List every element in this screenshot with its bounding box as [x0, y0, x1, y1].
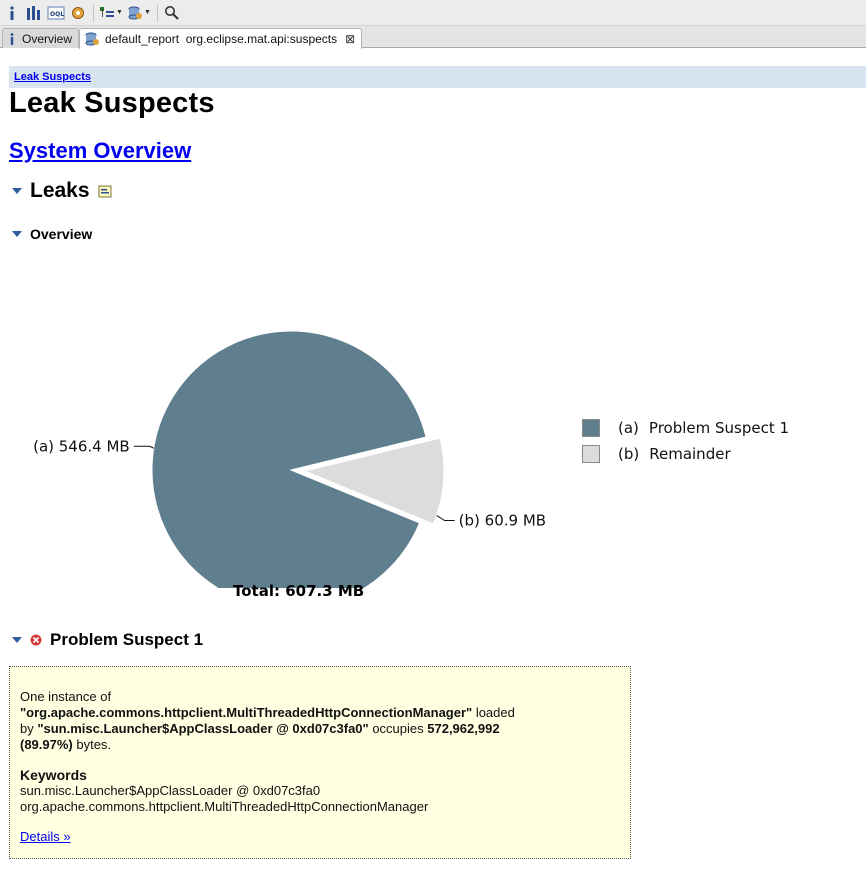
suspect-class-name: "org.apache.commons.httpclient.MultiThre…	[20, 705, 473, 720]
description-text: bytes.	[72, 737, 112, 752]
info-icon[interactable]	[3, 3, 21, 23]
toolbar: OQL ▼ ▼	[0, 0, 866, 26]
slice-label: (b) 60.9 MB	[459, 512, 546, 530]
close-icon[interactable]: ⊠	[345, 32, 355, 46]
slice-leader-line	[133, 445, 154, 449]
legend-swatch	[582, 419, 600, 437]
legend-item: (a) Problem Suspect 1	[582, 415, 789, 441]
gear-icon[interactable]	[69, 3, 87, 23]
info-icon	[7, 32, 17, 46]
suspect-description-box: One instance of "org.apache.commons.http…	[9, 666, 631, 859]
system-overview-link[interactable]: System Overview	[9, 138, 191, 164]
dominator-tree-icon[interactable]: ▼	[99, 3, 123, 23]
breadcrumb-link[interactable]: Leak Suspects	[14, 71, 91, 83]
tab-default-report[interactable]: default_report org.eclipse.mat.api:suspe…	[79, 28, 363, 49]
description-text: by	[20, 721, 38, 736]
leak-pie-chart: (a) 546.4 MB (b) 60.9 MB	[33, 330, 546, 588]
oql-icon[interactable]: OQL	[47, 3, 65, 23]
description-text: occupies	[368, 721, 428, 736]
overview-section-header[interactable]: Overview	[12, 226, 92, 242]
search-icon[interactable]	[163, 3, 181, 23]
leaks-heading: Leaks	[30, 179, 90, 202]
slice-label: (a) 546.4 MB	[33, 437, 130, 455]
legend-label: Problem Suspect 1	[648, 419, 790, 437]
toolbar-separator	[156, 3, 158, 22]
chevron-down-icon[interactable]: ▼	[144, 9, 151, 16]
legend-key: (b)	[618, 445, 640, 463]
description-text: One instance of	[20, 689, 112, 704]
description-text: loaded	[472, 705, 515, 720]
slice-leader-line	[436, 515, 455, 522]
leaks-section-header[interactable]: Leaks	[12, 179, 112, 203]
suspect-bytes: 572,962,992	[427, 721, 500, 736]
histogram-icon[interactable]	[25, 3, 43, 23]
chevron-down-icon[interactable]: ▼	[116, 9, 123, 16]
svg-text:OQL: OQL	[50, 11, 64, 18]
keyword-item: sun.misc.Launcher$AppClassLoader @ 0xd07…	[20, 783, 321, 798]
legend-swatch	[582, 445, 600, 463]
toolbar-separator	[93, 3, 94, 22]
open-in-editor-icon[interactable]	[98, 184, 112, 198]
legend-label: Remainder	[649, 445, 731, 463]
collapse-triangle-icon[interactable]	[12, 637, 22, 643]
heap-dump-icon	[84, 31, 100, 47]
problem-suspect-header[interactable]: Problem Suspect 1	[12, 630, 203, 650]
overview-heading: Overview	[30, 226, 93, 242]
keyword-item: org.apache.commons.httpclient.MultiThrea…	[20, 799, 429, 814]
breadcrumb: Leak Suspects	[9, 66, 866, 88]
details-link[interactable]: Details »	[20, 829, 71, 845]
suspect-loader: "sun.misc.Launcher$AppClassLoader @ 0xd0…	[37, 721, 369, 736]
chart-total: Total: 607.3 MB	[233, 582, 365, 600]
tab-overview[interactable]: Overview	[2, 28, 80, 48]
problem-heading: Problem Suspect 1	[50, 630, 204, 649]
suspect-percent: (89.97%)	[20, 737, 73, 752]
chart-legend: (a) Problem Suspect 1 (b) Remainder	[582, 415, 789, 467]
collapse-triangle-icon[interactable]	[12, 231, 22, 237]
report-content: Leak Suspects Leak Suspects System Overv…	[0, 48, 866, 874]
page-title: Leak Suspects	[9, 87, 215, 119]
keywords-title: Keywords	[20, 767, 87, 783]
tab-label: Overview	[22, 31, 73, 46]
heap-dump-icon[interactable]: ▼	[127, 3, 151, 23]
collapse-triangle-icon[interactable]	[12, 188, 22, 194]
suspect-description: One instance of "org.apache.commons.http…	[20, 689, 620, 753]
legend-item: (b) Remainder	[582, 441, 789, 467]
editor-tab-bar: Overview default_report org.eclipse.mat.…	[0, 26, 866, 49]
error-icon	[30, 634, 42, 646]
legend-key: (a)	[618, 419, 639, 437]
tab-label: default_report org.eclipse.mat.api:suspe…	[105, 32, 338, 46]
